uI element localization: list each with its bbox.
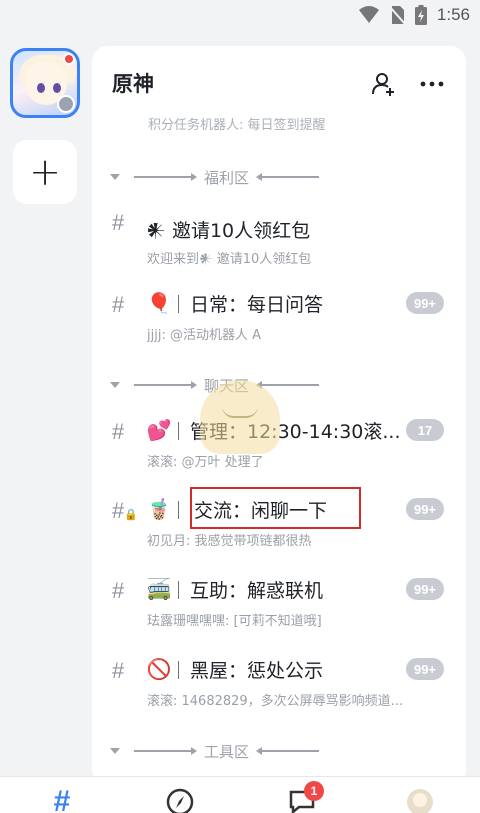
separator (178, 581, 179, 599)
category-tools[interactable]: 工具区 (110, 740, 320, 762)
add-member-button[interactable] (368, 68, 400, 100)
no-sim-icon (389, 6, 405, 25)
collapse-arrow-icon (110, 174, 120, 180)
watermark-mascot (200, 380, 280, 454)
tab-channels[interactable]: # (42, 787, 82, 813)
add-person-icon (372, 73, 394, 96)
more-icon (420, 81, 444, 87)
clock-text: 1:56 (436, 5, 470, 24)
channel-last-message: 初见月: 我感觉带项链都很热 (147, 534, 312, 549)
hash-icon: # (112, 292, 125, 317)
divider-left (134, 747, 197, 755)
add-server-button[interactable]: + (13, 140, 77, 204)
hash-icon: # (112, 210, 125, 235)
unread-badge: 99+ (406, 498, 444, 520)
channel-chat[interactable]: #🔒 🧋 交流：闲聊一下 初见月: 我感觉带项链都很热 99+ (92, 496, 466, 566)
divider-left (134, 173, 197, 181)
channel-blackroom[interactable]: # 🚫 黑屋：惩处公示 滚滚: 14682829，多次公屏辱骂影响频道... 9… (92, 656, 466, 726)
channel-name: 交流：闲聊一下 (194, 500, 328, 522)
compass-icon (166, 788, 194, 813)
divider-right (256, 747, 320, 755)
avatar-eye (53, 83, 61, 93)
faded-channel-preview: 积分任务机器人: 每日签到提醒 (148, 118, 326, 133)
divider-left (134, 381, 197, 389)
voice-icon (57, 95, 75, 113)
server-avatar[interactable] (10, 48, 80, 118)
bottom-tab-bar: # 1 (0, 776, 480, 813)
tab-profile[interactable] (400, 787, 440, 813)
avatar-eye (37, 83, 45, 93)
battery-icon (414, 5, 427, 25)
unread-dot (63, 53, 75, 65)
category-welfare[interactable]: 福利区 (110, 166, 320, 188)
collapse-arrow-icon (110, 382, 120, 388)
unread-badge: 99+ (406, 292, 444, 314)
unread-badge: 99+ (406, 578, 444, 600)
category-label: 福利区 (204, 168, 250, 187)
server-title: 原神 (112, 72, 154, 96)
tab-discover[interactable] (160, 787, 200, 813)
channel-last-message: 珐露珊嘿嘿嘿: [可莉不知道哦] (147, 614, 322, 629)
separator (178, 295, 179, 313)
separator (178, 501, 179, 519)
trolleybus-icon: 🚎 (146, 577, 172, 601)
hearts-icon: 💕 (146, 418, 172, 442)
hash-tab-icon: # (53, 785, 71, 813)
status-bar: 1:56 (0, 0, 480, 36)
balloon-icon: 🎈 (146, 291, 172, 315)
more-button[interactable] (416, 68, 448, 100)
separator (178, 661, 179, 679)
divider-right (256, 173, 320, 181)
separator (178, 422, 179, 440)
bubble-tea-icon: 🧋 (146, 497, 172, 521)
hash-icon: # (112, 578, 125, 603)
divider-right (256, 381, 320, 389)
prohibited-icon: 🚫 (146, 657, 172, 681)
channel-help[interactable]: # 🚎 互助：解惑联机 珐露珊嘿嘿嘿: [可莉不知道哦] 99+ (92, 576, 466, 646)
wifi-icon (358, 6, 379, 23)
locked-hash-icon: #🔒 (112, 498, 138, 523)
server-rail: + (0, 36, 88, 776)
unread-badge: 99+ (406, 658, 444, 680)
collapse-arrow-icon (110, 748, 120, 754)
hash-icon: # (112, 658, 125, 683)
hash-icon: # (112, 419, 125, 444)
profile-avatar-icon (407, 789, 433, 813)
channel-daily[interactable]: # 🎈 日常：每日问答 jjjj: @活动机器人 A 99+ (92, 290, 466, 360)
channel-name: 日常：每日问答 (190, 294, 324, 316)
category-label: 工具区 (204, 742, 250, 761)
unread-badge: 17 (406, 419, 444, 441)
tab-messages[interactable]: 1 (282, 781, 324, 813)
channel-name: 互助：解惑联机 (190, 580, 324, 602)
channel-last-message: 滚滚: 14682829，多次公屏辱骂影响频道... (147, 694, 404, 709)
channel-last-message: jjjj: @活动机器人 A (147, 328, 261, 343)
channel-last-message: 欢迎来到𒀭 邀请10人领红包 (147, 252, 312, 267)
panel-header: 原神 (92, 46, 466, 116)
messages-badge: 1 (304, 781, 324, 801)
channel-invite[interactable]: # 𒀭 邀请10人领红包 欢迎来到𒀭 邀请10人领红包 (92, 208, 466, 278)
channel-name: 黑屋：惩处公示 (190, 660, 324, 682)
